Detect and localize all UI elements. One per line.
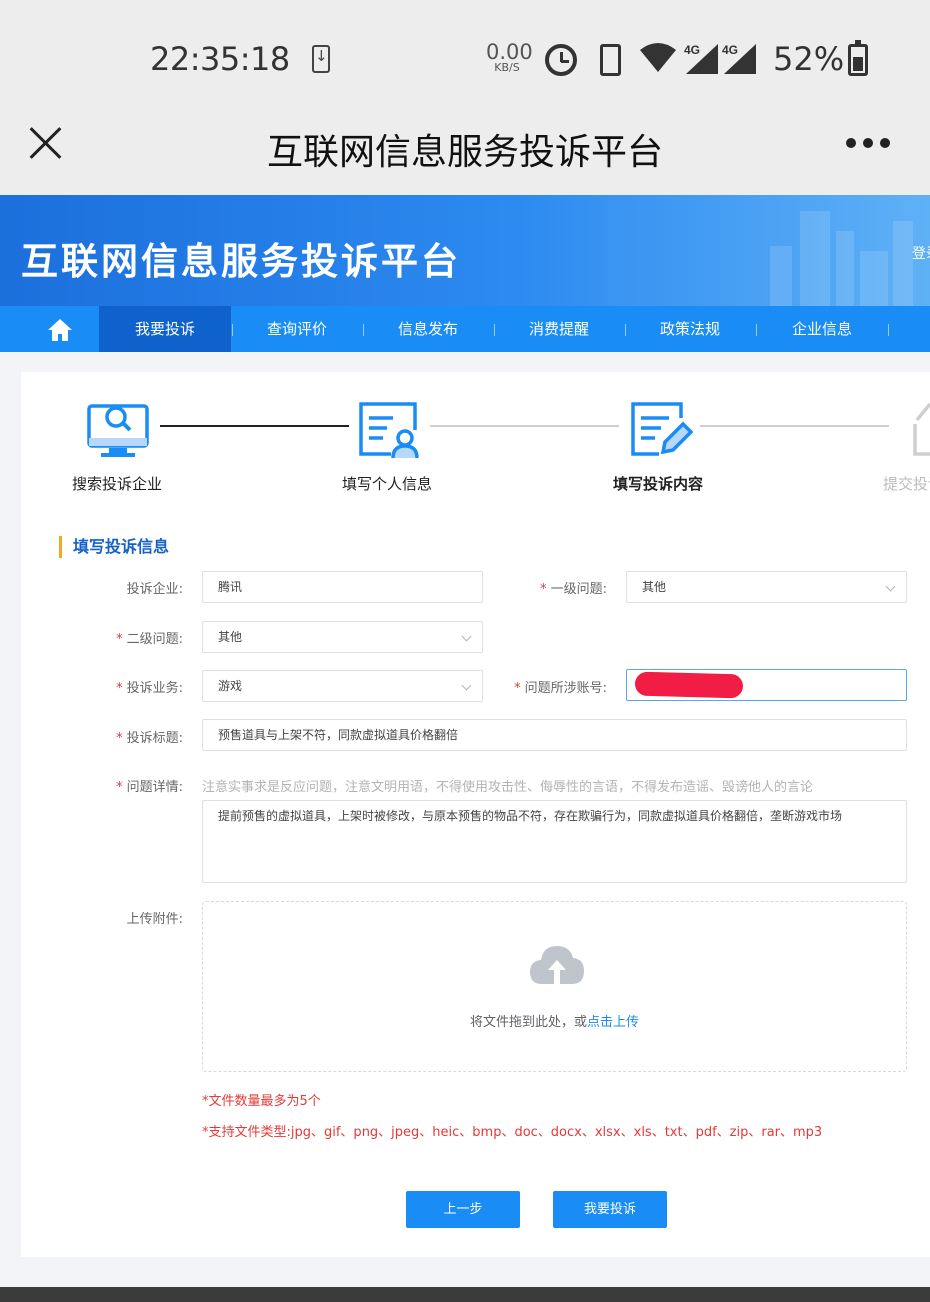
nav-item-publish[interactable]: 信息发布	[363, 306, 493, 352]
level2-value: 其他	[218, 630, 243, 644]
upload-click-link[interactable]: 点击上传	[587, 1015, 639, 1030]
bottom-bar	[0, 1287, 930, 1302]
file-type-note: *支持文件类型:jpg、gif、png、jpeg、heic、bmp、doc、do…	[202, 1125, 823, 1140]
submit-upload-icon	[913, 402, 930, 456]
step-connector	[160, 425, 349, 427]
wifi-icon	[640, 43, 676, 72]
status-bar: 22:35:18 0.00 KB/S 4G 4G 52%	[0, 0, 930, 105]
search-monitor-icon	[87, 404, 149, 457]
file-count-note: *文件数量最多为5个	[202, 1094, 321, 1109]
subject-label: * 投诉标题:	[116, 731, 183, 746]
title-bar: 互联网信息服务投诉平台	[0, 105, 930, 195]
vibrate-icon	[600, 44, 621, 76]
edit-document-icon	[631, 402, 693, 456]
network-label-2: 4G	[722, 43, 738, 57]
chevron-down-icon	[461, 631, 472, 642]
nav-item-policy[interactable]: 政策法规	[625, 306, 755, 352]
prev-step-button[interactable]: 上一步	[406, 1191, 520, 1228]
network-label-1: 4G	[684, 43, 700, 57]
site-banner: 互联网信息服务投诉平台 登录	[0, 195, 930, 306]
account-label: * 问题所涉账号:	[514, 681, 607, 696]
redaction-mark	[634, 671, 744, 699]
upload-instruction: 将文件拖到此处，或点击上传	[469, 1015, 640, 1030]
step-4-label: 提交投诉	[883, 475, 930, 493]
level1-label: * 一级问题:	[540, 582, 607, 597]
step-1-label: 搜索投诉企业	[72, 475, 163, 493]
subject-input[interactable]: 预售道具与上架不符，同款虚拟道具价格翻倍	[202, 719, 907, 751]
login-link[interactable]: 登录	[912, 243, 930, 263]
more-icon[interactable]	[846, 138, 890, 148]
complaint-card: 搜索投诉企业 填写个人信息 填写投诉内容 提交投诉 填写投诉信息 投诉企业: 腾…	[21, 372, 930, 1257]
step-2-label: 填写个人信息	[342, 475, 433, 493]
account-input[interactable]	[626, 669, 907, 701]
alarm-icon	[545, 44, 577, 76]
company-input[interactable]: 腾讯	[202, 571, 483, 603]
cloud-upload-icon	[530, 946, 584, 984]
home-icon	[48, 319, 72, 341]
personal-info-icon	[359, 402, 419, 459]
chevron-down-icon	[885, 581, 896, 592]
business-select[interactable]: 游戏	[202, 670, 483, 702]
business-label: * 投诉业务:	[116, 681, 183, 696]
step-3-label: 填写投诉内容	[613, 475, 704, 493]
chevron-down-icon	[461, 680, 472, 691]
nav-item-complaint[interactable]: 我要投诉	[99, 306, 231, 352]
submit-complaint-button[interactable]: 我要投诉	[553, 1191, 667, 1228]
network-speed-value: 0.00	[486, 40, 533, 64]
download-icon	[312, 45, 330, 73]
nav-item-enterprise[interactable]: 企业信息	[757, 306, 887, 352]
details-hint: 注意实事求是反应问题，注意文明用语，不得使用攻击性、侮辱性的言语，不得发布造谣、…	[202, 780, 814, 795]
battery-percent: 52%	[773, 40, 845, 78]
level2-select[interactable]: 其他	[202, 621, 483, 653]
nav-item-query[interactable]: 查询评价	[232, 306, 362, 352]
level1-value: 其他	[642, 580, 667, 594]
level2-label: * 二级问题:	[116, 632, 183, 647]
nav-home[interactable]	[22, 306, 98, 352]
details-label: * 问题详情:	[116, 780, 183, 795]
upload-label: 上传附件:	[126, 912, 183, 927]
network-speed: 0.00 KB/S	[486, 40, 533, 74]
upload-dropzone[interactable]: 将文件拖到此处，或点击上传	[202, 901, 907, 1072]
level1-select[interactable]: 其他	[626, 571, 907, 603]
main-nav: 我要投诉 查询评价 信息发布 消费提醒 政策法规 企业信息	[0, 306, 930, 352]
business-value: 游戏	[218, 679, 243, 693]
site-title: 互联网信息服务投诉平台	[21, 240, 461, 283]
battery-icon	[848, 40, 868, 76]
step-connector	[430, 425, 619, 427]
details-textarea[interactable]: 提前预售的虚拟道具，上架时被修改，与原本预售的物品不符，存在欺骗行为，同款虚拟道…	[202, 800, 907, 883]
company-label: 投诉企业:	[126, 582, 183, 597]
section-title: 填写投诉信息	[59, 536, 169, 558]
status-time: 22:35:18	[150, 40, 290, 78]
nav-item-consumer[interactable]: 消费提醒	[494, 306, 624, 352]
page-title: 互联网信息服务投诉平台	[266, 132, 663, 173]
step-connector	[700, 425, 889, 427]
signal-4g-icon: 4G	[722, 43, 756, 74]
signal-4g-icon: 4G	[684, 43, 718, 74]
